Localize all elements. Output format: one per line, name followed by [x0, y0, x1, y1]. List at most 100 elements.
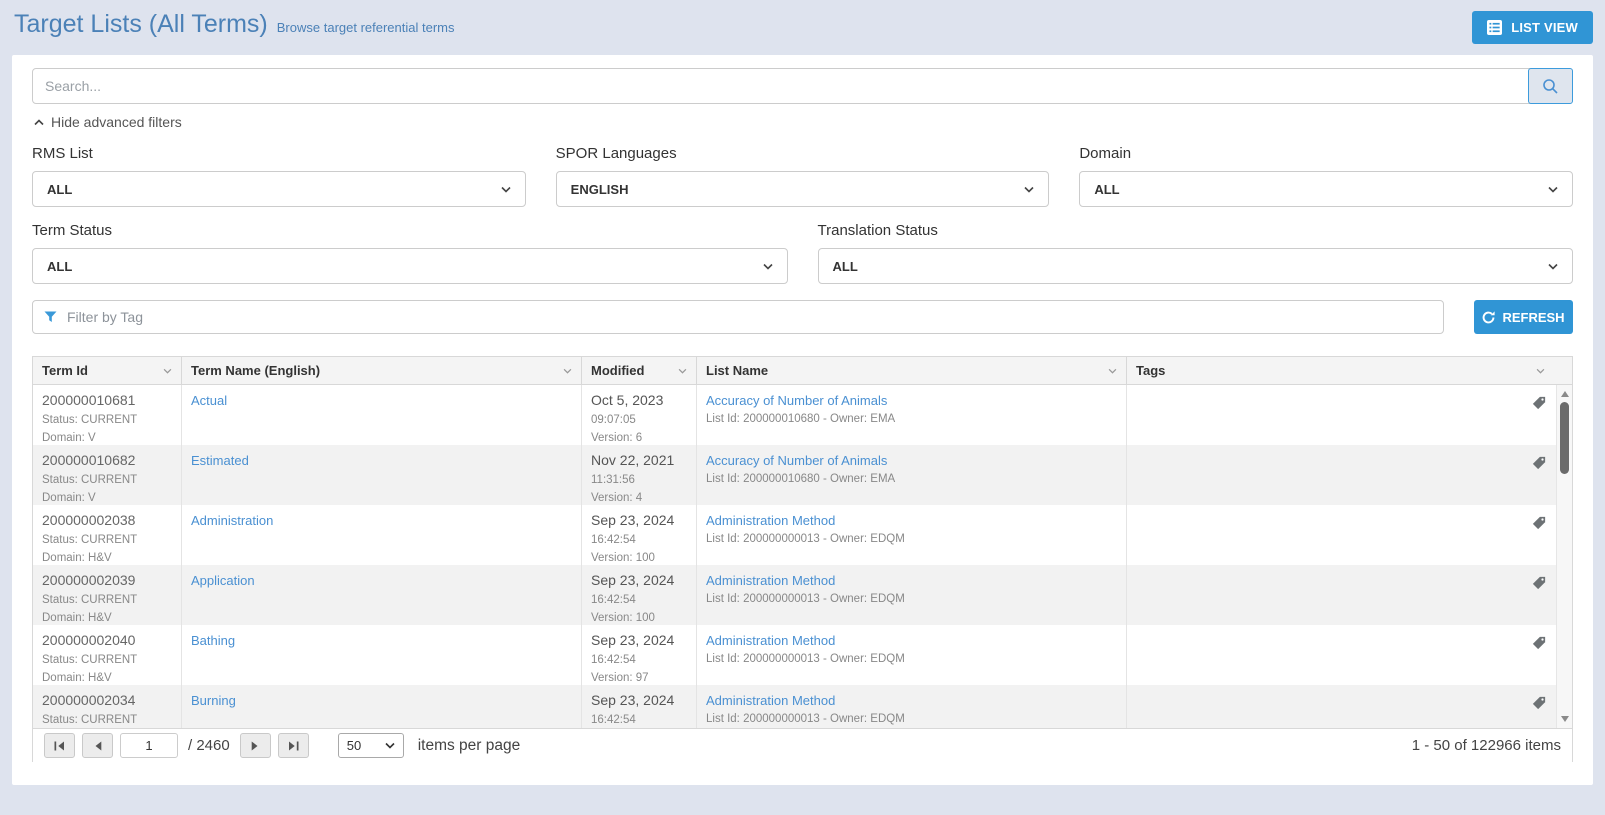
- column-label: Tags: [1136, 363, 1165, 378]
- column-label: Term Id: [42, 363, 88, 378]
- column-menu-chevron-icon[interactable]: [1108, 368, 1117, 374]
- term-id: 200000010682: [42, 452, 172, 468]
- term-status: Status: CURRENT: [42, 412, 172, 430]
- column-label: List Name: [706, 363, 768, 378]
- list-meta: List Id: 200000000013 - Owner: EDQM: [706, 531, 1117, 549]
- list-name-link[interactable]: Administration Method: [706, 693, 835, 708]
- term-name-link[interactable]: Administration: [191, 513, 273, 528]
- list-name-cell: Accuracy of Number of Animals List Id: 2…: [697, 445, 1127, 505]
- scrollbar-down-arrow[interactable]: [1557, 712, 1572, 726]
- list-view-label: LIST VIEW: [1511, 20, 1578, 35]
- list-name-cell: Administration Method List Id: 200000000…: [697, 505, 1127, 565]
- page-number-input[interactable]: [120, 733, 178, 758]
- term-status-value: ALL: [47, 259, 72, 274]
- table-scrollbar[interactable]: [1556, 385, 1572, 728]
- term-name-link[interactable]: Estimated: [191, 453, 249, 468]
- list-meta: List Id: 200000010680 - Owner: EMA: [706, 471, 1117, 489]
- list-name-link[interactable]: Accuracy of Number of Animals: [706, 393, 887, 408]
- column-header-term-name[interactable]: Term Name (English): [182, 357, 582, 384]
- rms-list-value: ALL: [47, 182, 72, 197]
- modified-time: 16:42:54: [591, 652, 687, 670]
- term-status: Status: CURRENT: [42, 592, 172, 610]
- chevron-down-icon: [501, 186, 511, 193]
- page-subtitle: Browse target referential terms: [277, 20, 455, 35]
- list-name-link[interactable]: Accuracy of Number of Animals: [706, 453, 887, 468]
- domain-select[interactable]: ALL: [1079, 171, 1573, 207]
- list-view-button[interactable]: LIST VIEW: [1472, 11, 1593, 44]
- page-size-value: 50: [347, 738, 361, 753]
- term-name-link[interactable]: Bathing: [191, 633, 235, 648]
- column-header-list-name[interactable]: List Name: [697, 357, 1127, 384]
- term-name-link[interactable]: Actual: [191, 393, 227, 408]
- search-button[interactable]: [1528, 68, 1573, 104]
- scrollbar-thumb[interactable]: [1560, 402, 1569, 474]
- column-menu-chevron-icon[interactable]: [563, 368, 572, 374]
- term-status: Status: CURRENT: [42, 532, 172, 550]
- term-id: 200000002034: [42, 692, 172, 708]
- modified-time: 11:31:56: [591, 472, 687, 490]
- modified-time: 16:42:54: [591, 592, 687, 610]
- modified-cell: Sep 23, 2024 16:42:54 Version: 100: [582, 505, 697, 565]
- rms-list-select[interactable]: ALL: [32, 171, 526, 207]
- top-bar: Target Lists (All Terms) Browse target r…: [0, 0, 1605, 50]
- tags-cell: [1127, 445, 1572, 505]
- previous-page-button[interactable]: [82, 733, 113, 758]
- modified-date: Sep 23, 2024: [591, 572, 687, 588]
- term-id-cell: 200000002039 Status: CURRENT Domain: H&V: [33, 565, 182, 625]
- tag-icon[interactable]: [1532, 696, 1546, 710]
- list-meta: List Id: 200000010680 - Owner: EMA: [706, 411, 1117, 429]
- column-header-term-id[interactable]: Term Id: [33, 357, 182, 384]
- term-name-cell: Bathing: [182, 625, 582, 685]
- column-header-tags[interactable]: Tags: [1127, 357, 1572, 384]
- last-page-button[interactable]: [278, 733, 309, 758]
- spor-languages-value: ENGLISH: [571, 182, 629, 197]
- term-id: 200000002039: [42, 572, 172, 588]
- column-menu-chevron-icon[interactable]: [1536, 368, 1545, 374]
- domain-field: Domain ALL: [1079, 145, 1573, 207]
- next-page-button[interactable]: [240, 733, 271, 758]
- column-menu-chevron-icon[interactable]: [678, 368, 687, 374]
- refresh-icon: [1482, 311, 1495, 324]
- search-input[interactable]: [32, 68, 1573, 104]
- list-name-cell: Administration Method List Id: 200000000…: [697, 685, 1127, 728]
- spor-languages-select[interactable]: ENGLISH: [556, 171, 1050, 207]
- column-menu-chevron-icon[interactable]: [163, 368, 172, 374]
- modified-cell: Oct 5, 2023 09:07:05 Version: 6: [582, 385, 697, 445]
- first-page-button[interactable]: [44, 733, 75, 758]
- filter-row-1: RMS List ALL SPOR Languages ENGLISH Doma…: [32, 145, 1573, 207]
- hide-advanced-filters-toggle[interactable]: Hide advanced filters: [34, 114, 182, 130]
- term-status: Status: CURRENT: [42, 652, 172, 670]
- term-name-cell: Estimated: [182, 445, 582, 505]
- tag-icon[interactable]: [1532, 576, 1546, 590]
- term-name-link[interactable]: Application: [191, 573, 255, 588]
- chevron-down-icon: [385, 742, 395, 749]
- translation-status-label: Translation Status: [818, 222, 1574, 239]
- term-id-cell: 200000010682 Status: CURRENT Domain: V: [33, 445, 182, 505]
- translation-status-select[interactable]: ALL: [818, 248, 1574, 284]
- scrollbar-up-arrow[interactable]: [1557, 387, 1572, 401]
- term-name-link[interactable]: Burning: [191, 693, 236, 708]
- total-pages-label: / 2460: [188, 737, 230, 754]
- table-header-row: Term Id Term Name (English) Modified Lis…: [33, 357, 1572, 385]
- list-name-link[interactable]: Administration Method: [706, 573, 835, 588]
- spor-languages-label: SPOR Languages: [556, 145, 1050, 162]
- term-status-select[interactable]: ALL: [32, 248, 788, 284]
- list-name-link[interactable]: Administration Method: [706, 513, 835, 528]
- tag-icon[interactable]: [1532, 396, 1546, 410]
- terms-table: Term Id Term Name (English) Modified Lis…: [32, 356, 1573, 762]
- tag-filter-wrap: [32, 300, 1444, 334]
- tag-filter-input[interactable]: [65, 308, 1432, 326]
- refresh-button[interactable]: REFRESH: [1474, 300, 1573, 334]
- table-row: 200000010682 Status: CURRENT Domain: V E…: [33, 445, 1572, 505]
- tags-cell: [1127, 685, 1572, 728]
- tag-icon[interactable]: [1532, 456, 1546, 470]
- modified-date: Nov 22, 2021: [591, 452, 687, 468]
- page-size-select[interactable]: 50: [338, 733, 404, 758]
- tag-icon[interactable]: [1532, 636, 1546, 650]
- modified-date: Sep 23, 2024: [591, 692, 687, 708]
- column-header-modified[interactable]: Modified: [582, 357, 697, 384]
- modified-cell: Nov 22, 2021 11:31:56 Version: 4: [582, 445, 697, 505]
- pager: / 2460 50 items per page 1 - 50 of 12296…: [33, 728, 1572, 762]
- list-name-link[interactable]: Administration Method: [706, 633, 835, 648]
- tag-icon[interactable]: [1532, 516, 1546, 530]
